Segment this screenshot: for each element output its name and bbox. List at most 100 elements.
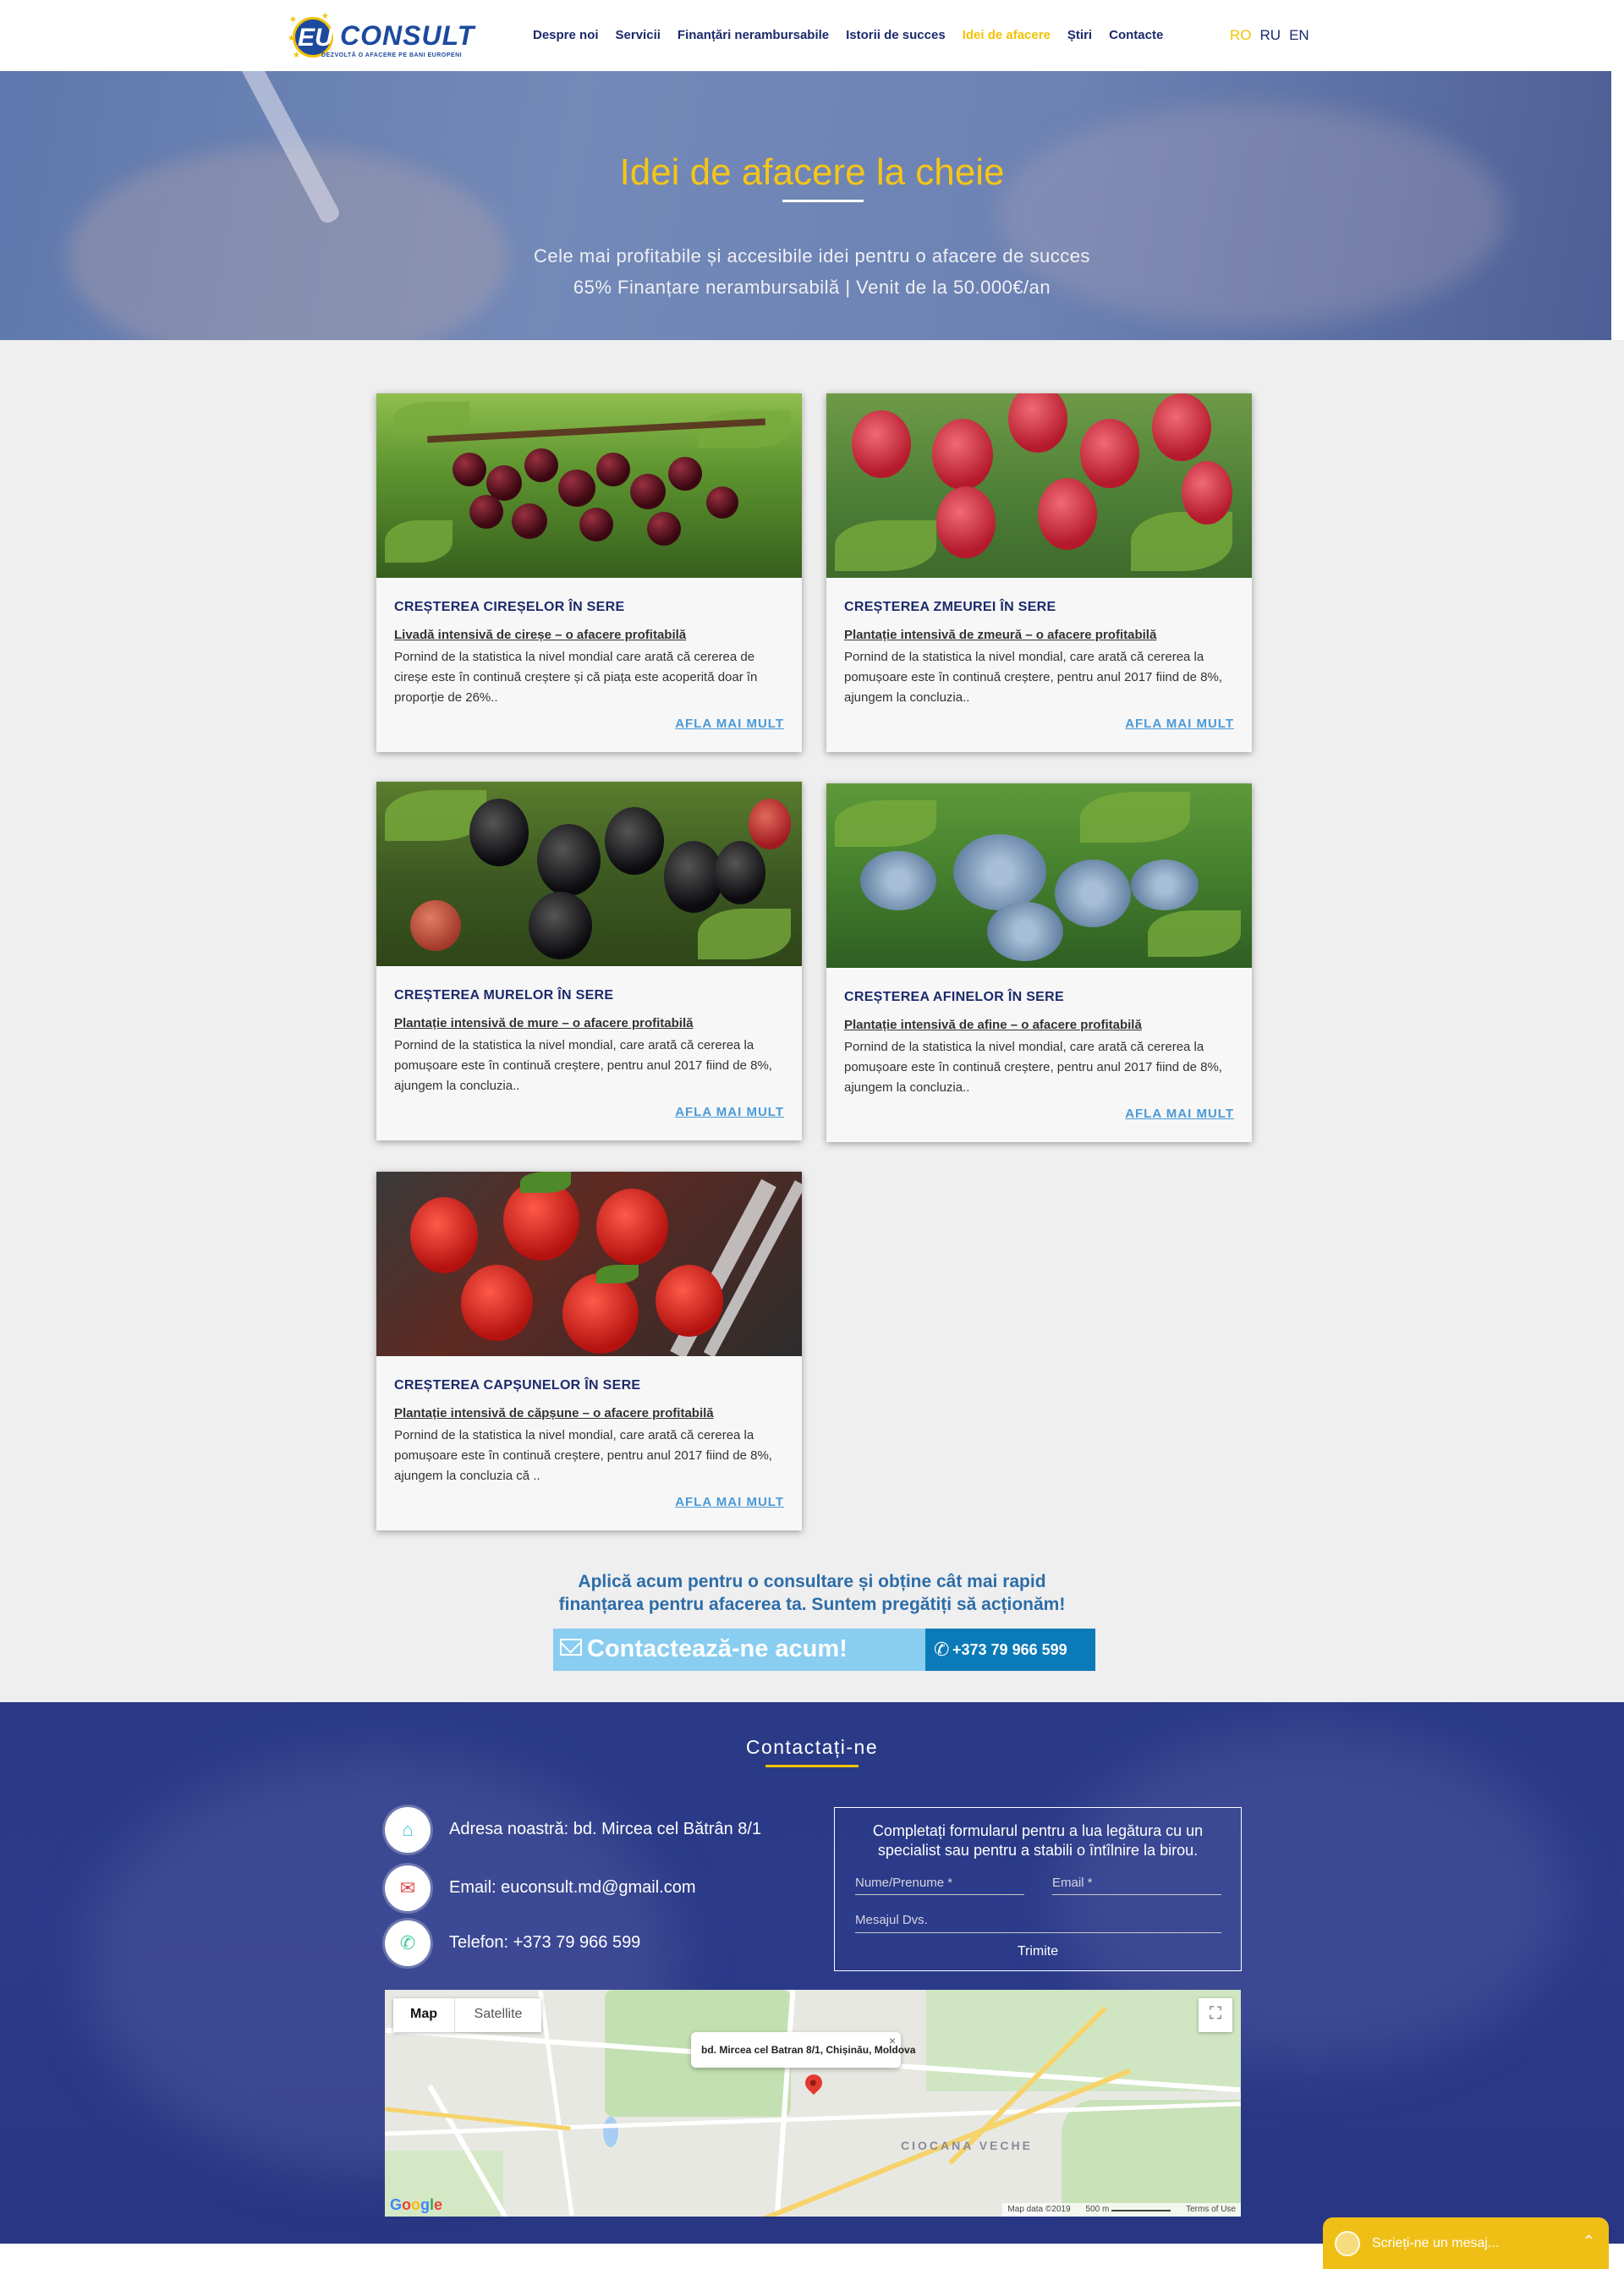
title-underline (782, 200, 864, 202)
nav-stiri[interactable]: Știri (1067, 28, 1092, 42)
card-subtitle[interactable]: Plantație intensivă de căpșune – o aface… (394, 1406, 714, 1420)
phone-text[interactable]: Telefon: +373 79 966 599 (449, 1933, 640, 1953)
card-text: Pornind de la statistica la nivel mondia… (394, 1038, 772, 1093)
hero-subtitle-2: 65% Finanțare nerambursabilă | Venit de … (573, 277, 1051, 298)
nav-despre-noi[interactable]: Despre noi (533, 28, 599, 42)
star-icon: ★ (321, 12, 329, 21)
star-icon: ★ (288, 34, 295, 43)
form-title-line-2: specialist sau pentru a stabili o întîln… (877, 1842, 1199, 1859)
phone-icon: ✆ (934, 1639, 950, 1660)
cta-line-2: finanțarea pentru afacerea ta. Suntem pr… (558, 1595, 1066, 1614)
contact-title: Contactați-ne (745, 1736, 879, 1758)
site-header: ★ ★ ★ ★ EU CONSULT DEZVOLTĂ O AFACERE PE… (0, 0, 1624, 71)
hero-banner: Idei de afacere la cheie Cele mai profit… (0, 71, 1611, 340)
home-icon: ⌂ (385, 1807, 431, 1853)
fullscreen-icon[interactable]: ⛶ (1199, 1998, 1232, 2032)
chevron-up-icon[interactable]: ⌃ (1583, 2233, 1595, 2250)
chat-widget[interactable]: Scrieți-ne un mesaj... ⌃ (1323, 2217, 1609, 2269)
card-title: CREȘTEREA ZMEUREI ÎN SERE (844, 600, 1056, 614)
contact-form: Completați formularul pentru a lua legăt… (834, 1807, 1242, 1971)
lang-ro[interactable]: RO (1230, 27, 1252, 44)
map-popup-address: bd. Mircea cel Batran 8/1, Chișinău, Mol… (701, 2044, 916, 2056)
form-title: Completați formularul pentru a lua legăt… (835, 1821, 1241, 1860)
message-field[interactable]: Mesajul Dvs. (855, 1909, 1221, 1933)
satellite-tab[interactable]: Satellite (454, 1998, 541, 2032)
mail-icon: ✉ (385, 1865, 431, 1911)
map-tab[interactable]: Map (393, 1998, 454, 2032)
idea-card-blackberries: CREȘTEREA MURELOR ÎN SERE Plantație inte… (376, 782, 802, 1140)
map-park (1062, 2100, 1241, 2217)
logo-consult: CONSULT (340, 20, 475, 51)
title-underline (765, 1765, 859, 1767)
card-title: CREȘTEREA AFINELOR ÎN SERE (844, 990, 1064, 1004)
google-map[interactable]: Map Satellite ⛶ bd. Mircea cel Batran 8/… (385, 1990, 1241, 2217)
logo-tagline: DEZVOLTĂ O AFACERE PE BANI EUROPENI (321, 52, 463, 58)
contact-section: Contactați-ne ⌂ Adresa noastră: bd. Mirc… (0, 1702, 1624, 2244)
main-nav: Despre noi Servicii Finanțări nerambursa… (533, 28, 1180, 42)
nav-idei-de-afacere[interactable]: Idei de afacere (963, 28, 1051, 42)
learn-more-link[interactable]: AFLA MAI MULT (1125, 717, 1234, 731)
ideas-section (0, 340, 1624, 1702)
cherries-photo (376, 393, 802, 578)
card-title: CREȘTEREA CAPȘUNELOR ÎN SERE (394, 1378, 641, 1393)
map-scale: 500 m (1086, 2205, 1171, 2215)
contact-now-label: Contactează-ne acum! (587, 1635, 848, 1662)
learn-more-link[interactable]: AFLA MAI MULT (675, 717, 784, 731)
logo-eu: EU (298, 24, 333, 52)
card-subtitle[interactable]: Plantație intensivă de mure – o afacere … (394, 1016, 693, 1030)
map-pin-icon[interactable] (801, 2070, 826, 2096)
hero-subtitle: Cele mai profitabile și accesibile idei … (534, 245, 1090, 266)
nav-finantari[interactable]: Finanțări nerambursabile (678, 28, 829, 42)
nav-servicii[interactable]: Servicii (616, 28, 661, 42)
card-subtitle[interactable]: Plantație intensivă de zmeură – o afacer… (844, 628, 1156, 642)
card-text: Pornind de la statistica la nivel mondia… (844, 1040, 1222, 1095)
card-text: Pornind de la statistica la nivel mondia… (394, 650, 758, 705)
map-attribution: Map data ©2019 500 m Terms of Use (1002, 2203, 1241, 2217)
blackberries-photo (376, 782, 802, 966)
call-button[interactable]: ✆ +373 79 966 599 (925, 1629, 1095, 1671)
cta-message: Aplică acum pentru o consultare și obțin… (0, 1570, 1624, 1616)
card-subtitle[interactable]: Plantație intensivă de afine – o afacere… (844, 1018, 1142, 1032)
nav-istorii[interactable]: Istorii de succes (846, 28, 946, 42)
google-logo: Google (390, 2196, 443, 2213)
map-info-window: bd. Mircea cel Batran 8/1, Chișinău, Mol… (691, 2032, 915, 2068)
blueberries-photo (826, 783, 1252, 968)
chat-avatar-icon (1335, 2231, 1360, 2256)
contact-now-button[interactable]: Contactează-ne acum! (553, 1629, 925, 1671)
learn-more-link[interactable]: AFLA MAI MULT (675, 1105, 784, 1119)
page-title: Idei de afacere la cheie (619, 151, 1005, 193)
idea-card-blueberries: CREȘTEREA AFINELOR ÎN SERE Plantație int… (826, 783, 1252, 1142)
address-text: Adresa noastră: bd. Mircea cel Bătrân 8/… (449, 1820, 762, 1838)
idea-card-raspberries: CREȘTEREA ZMEUREI ÎN SERE Plantație inte… (826, 393, 1252, 752)
raspberries-photo (826, 393, 1252, 578)
name-field[interactable]: Nume/Prenume * (855, 1873, 1024, 1895)
map-data-text: Map data ©2019 (1007, 2205, 1071, 2214)
learn-more-link[interactable]: AFLA MAI MULT (675, 1495, 784, 1509)
chat-placeholder: Scrieți-ne un mesaj... (1372, 2236, 1500, 2250)
submit-button[interactable]: Trimite (835, 1944, 1241, 1959)
lang-en[interactable]: EN (1289, 27, 1309, 44)
map-type-tabs: Map Satellite (393, 1998, 541, 2032)
strawberries-photo (376, 1172, 802, 1356)
card-title: CREȘTEREA CIREȘELOR ÎN SERE (394, 600, 625, 614)
form-title-line-1: Completați formularul pentru a lua legăt… (872, 1822, 1204, 1839)
logo[interactable]: ★ ★ ★ ★ EU CONSULT DEZVOLTĂ O AFACERE PE… (288, 8, 474, 61)
mail-icon (560, 1639, 582, 1656)
nav-contacte[interactable]: Contacte (1109, 28, 1163, 42)
cta-line-1: Aplică acum pentru o consultare și obțin… (578, 1572, 1046, 1591)
idea-card-strawberries: CREȘTEREA CAPȘUNELOR ÎN SERE Plantație i… (376, 1172, 802, 1530)
card-title: CREȘTEREA MURELOR ÎN SERE (394, 988, 614, 1003)
email-field[interactable]: Email * (1052, 1873, 1221, 1895)
learn-more-link[interactable]: AFLA MAI MULT (1125, 1107, 1234, 1121)
map-scale-label: 500 m (1085, 2205, 1110, 2214)
card-text: Pornind de la statistica la nivel mondia… (844, 650, 1222, 705)
language-switcher: RO RU EN (1230, 27, 1309, 44)
phone-icon: ✆ (385, 1920, 431, 1966)
email-text[interactable]: Email: euconsult.md@gmail.com (449, 1878, 696, 1898)
card-text: Pornind de la statistica la nivel mondia… (394, 1428, 772, 1483)
terms-link[interactable]: Terms of Use (1186, 2205, 1236, 2215)
card-subtitle[interactable]: Livadă intensivă de cireșe – o afacere p… (394, 628, 686, 642)
lang-ru[interactable]: RU (1260, 27, 1281, 44)
close-icon[interactable]: × (889, 2034, 896, 2047)
map-water (603, 2117, 618, 2147)
